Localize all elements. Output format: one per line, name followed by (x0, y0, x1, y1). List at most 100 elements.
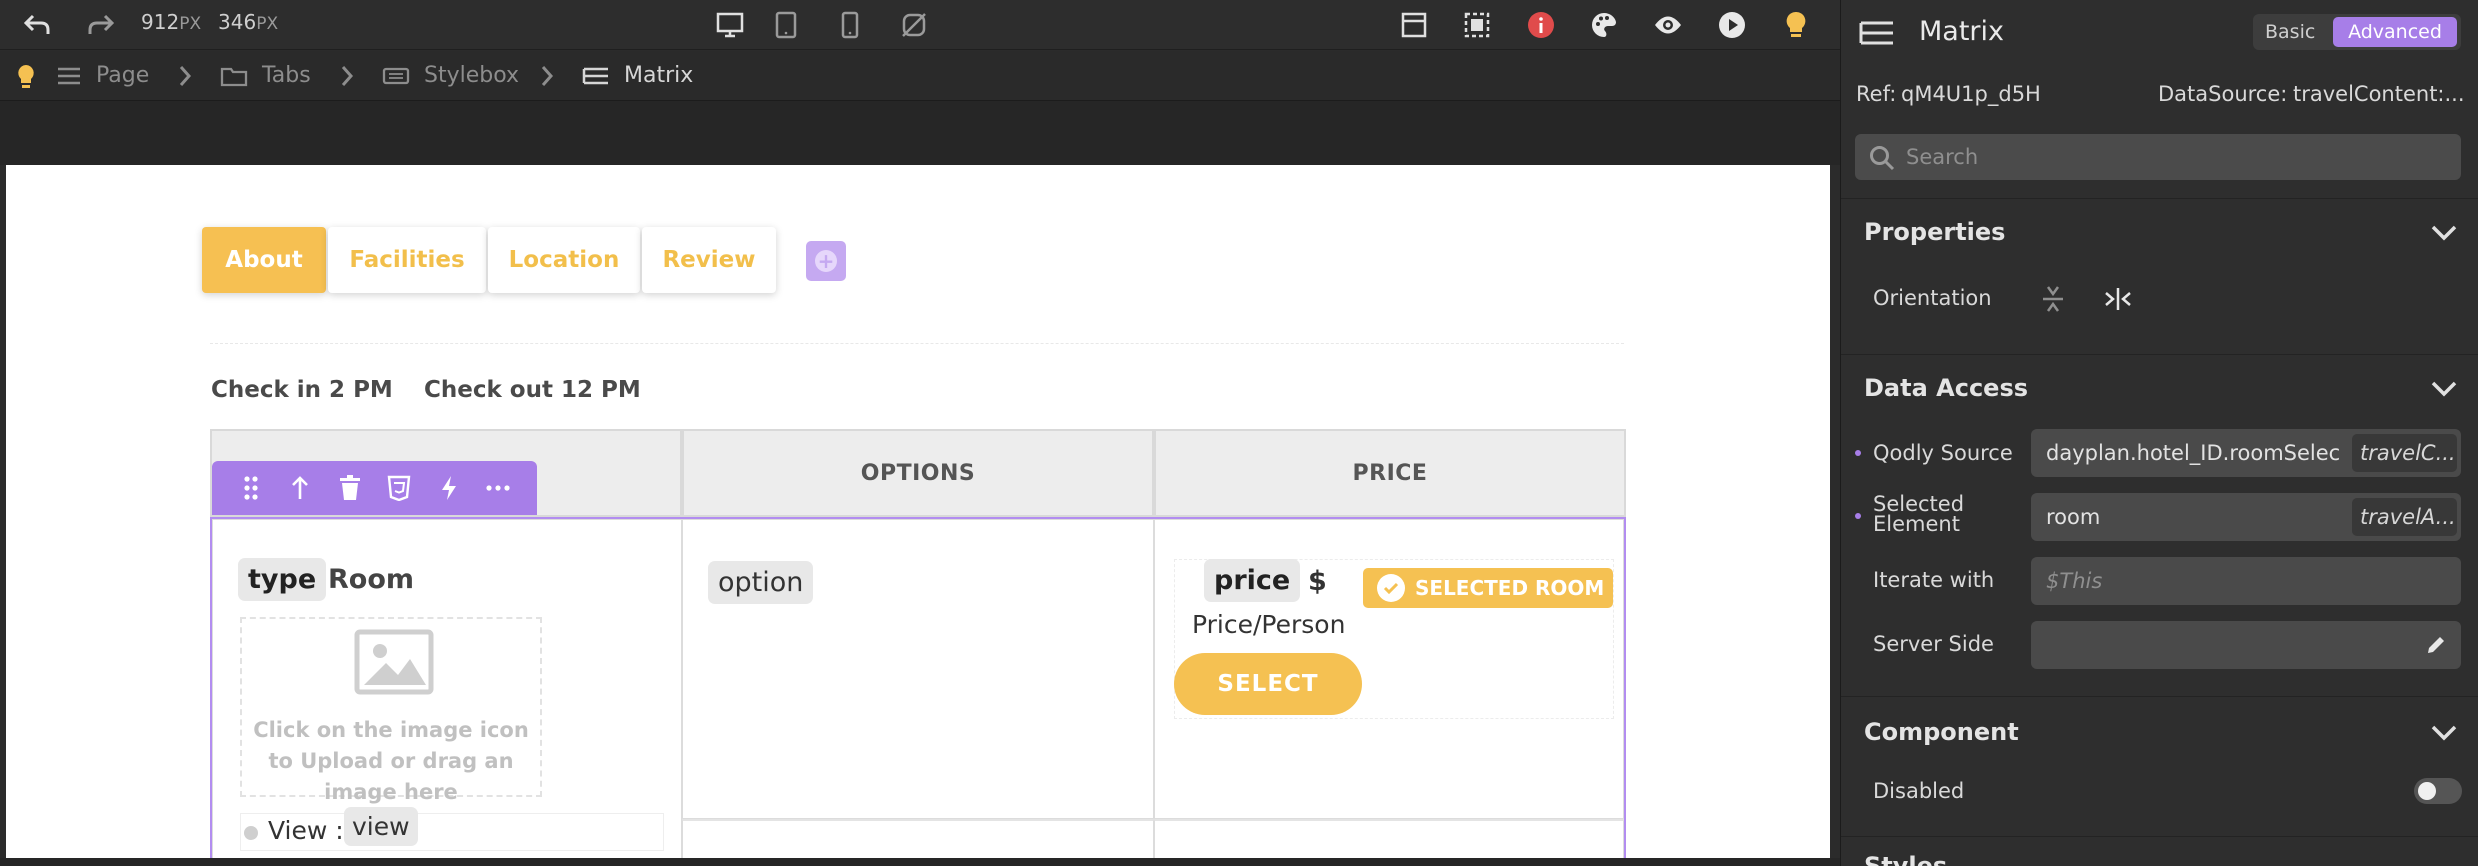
width-readout[interactable]: 912PX (141, 10, 201, 34)
server-side-label: Server Side (1873, 632, 1994, 656)
iterate-with-field[interactable]: $This (2031, 557, 2461, 605)
disabled-label: Disabled (1873, 779, 1965, 803)
section-component[interactable]: Component (1864, 718, 2019, 746)
events-icon[interactable] (434, 473, 464, 503)
desktop-icon[interactable] (713, 8, 747, 42)
search-icon (1869, 145, 1895, 175)
breadcrumb-stylebox[interactable]: Stylebox (382, 63, 519, 88)
type-chip[interactable]: type (238, 558, 327, 601)
plus-icon: + (815, 250, 837, 272)
view-label: View : (268, 816, 344, 845)
tablet-icon[interactable] (769, 8, 803, 42)
height-value: 346 (218, 10, 257, 34)
breadcrumb-matrix[interactable]: Matrix (582, 63, 693, 88)
tips-icon[interactable] (1779, 8, 1813, 42)
divider (1841, 198, 2478, 199)
mobile-icon[interactable] (833, 8, 867, 42)
tab-review[interactable]: Review (642, 227, 776, 293)
divider (1841, 354, 2478, 355)
selected-room-badge: SELECTED ROOM (1363, 568, 1613, 608)
properties-panel: Matrix Basic Advanced Ref: qM4U1p_d5H Da… (1840, 0, 2478, 866)
preview-icon[interactable] (1651, 8, 1685, 42)
image-upload-caption: Click on the image icon to Upload or dra… (253, 718, 529, 804)
section-data-access[interactable]: Data Access (1864, 374, 2028, 402)
drag-handle-icon[interactable] (236, 473, 266, 503)
server-side-field[interactable] (2031, 621, 2461, 669)
chevron-right-icon (540, 65, 554, 93)
run-icon[interactable] (1715, 8, 1749, 42)
view-chip[interactable]: view (344, 807, 418, 846)
selected-element-label-line2: Element (1873, 512, 1960, 536)
canvas-bottom-margin (0, 858, 1840, 866)
search-input[interactable]: Search (1855, 134, 2461, 180)
height-unit: PX (256, 14, 279, 34)
column-header-price: PRICE (1154, 429, 1626, 517)
layout-icon[interactable] (1397, 8, 1431, 42)
breadcrumb: Page Tabs Stylebox Matrix (0, 51, 1840, 101)
price-chip[interactable]: price (1204, 559, 1301, 602)
undo-icon[interactable] (20, 8, 54, 42)
mode-advanced-button[interactable]: Advanced (2333, 17, 2457, 47)
info-icon[interactable] (1524, 8, 1558, 42)
edit-icon[interactable] (2425, 634, 2447, 661)
divider (1841, 696, 2478, 697)
type-room-text: Room (328, 564, 415, 595)
toggle-knob (2418, 782, 2436, 800)
select-button[interactable]: SELECT (1174, 653, 1362, 715)
element-toolbar (212, 461, 537, 515)
iterate-with-label: Iterate with (1873, 568, 1995, 592)
design-canvas[interactable]: About Facilities Location Review + Check… (6, 165, 1830, 858)
delete-icon[interactable] (335, 473, 365, 503)
image-placeholder[interactable]: Click on the image icon to Upload or dra… (240, 617, 542, 804)
orientation-vertical-icon[interactable] (2039, 284, 2067, 318)
search-placeholder: Search (1906, 145, 1979, 169)
lightbulb-icon[interactable] (16, 63, 36, 95)
ref-label: Ref: (1856, 82, 1897, 106)
selected-element-value: room (2046, 505, 2101, 529)
qodly-source-field[interactable]: dayplan.hotel_ID.roomSelec travelC... (2031, 429, 2461, 477)
datasource-value: travelContent:... (2293, 82, 2465, 106)
column-header-options: OPTIONS (682, 429, 1154, 517)
height-readout[interactable]: 346PX (218, 10, 278, 34)
top-toolbar: 912PX 346PX (0, 0, 1840, 50)
tab-about[interactable]: About (202, 227, 326, 293)
qodly-source-label: Qodly Source (1873, 441, 2013, 465)
qodly-source-value: dayplan.hotel_ID.roomSelec (2046, 441, 2341, 465)
page-icon (56, 66, 82, 86)
orientation-horizontal-icon[interactable] (2103, 284, 2133, 318)
breadcrumb-matrix-label: Matrix (624, 63, 694, 88)
option-chip[interactable]: option (708, 561, 814, 604)
iterate-with-placeholder: $This (2046, 569, 2103, 593)
select-parent-icon[interactable] (285, 473, 315, 503)
stylebox-icon (382, 66, 410, 86)
chevron-down-icon[interactable] (2430, 380, 2458, 400)
css-icon[interactable] (384, 473, 414, 503)
selected-element-field[interactable]: room travelA... (2031, 493, 2461, 541)
no-device-icon[interactable] (897, 8, 931, 42)
check-icon (1377, 574, 1405, 602)
palette-icon[interactable] (1587, 8, 1621, 42)
breadcrumb-tabs[interactable]: Tabs (220, 63, 311, 88)
tab-location[interactable]: Location (488, 227, 640, 293)
more-icon[interactable] (483, 473, 513, 503)
chevron-down-icon[interactable] (2430, 724, 2458, 744)
disabled-toggle[interactable] (2414, 778, 2462, 804)
bullet-icon (244, 826, 258, 840)
image-icon[interactable] (354, 629, 434, 699)
section-next[interactable]: Styles (1864, 852, 1947, 866)
add-tab-button[interactable]: + (806, 241, 846, 281)
select-icon[interactable] (1460, 8, 1494, 42)
selected-element-tag: travelA... (2352, 498, 2457, 536)
canvas-margin (0, 101, 1840, 165)
chevron-down-icon[interactable] (2430, 224, 2458, 244)
redo-icon[interactable] (84, 8, 118, 42)
selected-room-label: SELECTED ROOM (1415, 576, 1605, 600)
tab-facilities[interactable]: Facilities (328, 227, 486, 293)
breadcrumb-page[interactable]: Page (56, 63, 149, 88)
width-value: 912 (141, 10, 180, 34)
matrix-icon (582, 66, 610, 86)
qodly-source-tag: travelC... (2352, 434, 2457, 472)
panel-title: Matrix (1919, 16, 2005, 47)
section-properties[interactable]: Properties (1864, 218, 2005, 246)
mode-basic-button[interactable]: Basic (2265, 21, 2315, 43)
